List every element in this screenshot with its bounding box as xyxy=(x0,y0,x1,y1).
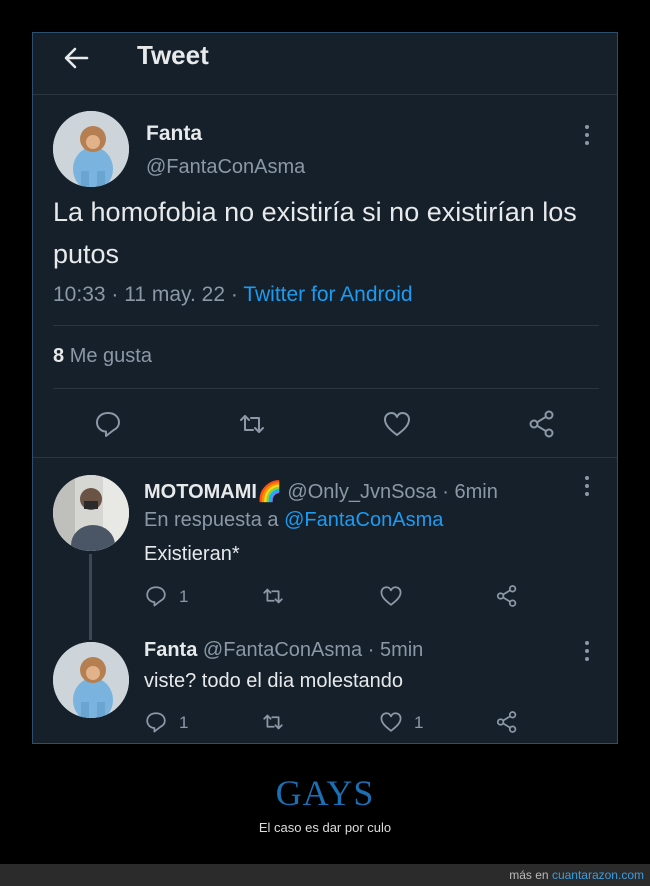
reply-time: 6min xyxy=(454,481,498,503)
source-credit: más en cuantarazon.com xyxy=(509,868,644,882)
reply-to-handle[interactable]: @FantaConAsma xyxy=(284,509,443,531)
divider xyxy=(33,457,617,458)
divider xyxy=(53,325,599,326)
reply-text: Existieran* xyxy=(144,543,240,565)
meta-separator: · xyxy=(230,283,244,306)
meme-caption: El caso es dar por culo xyxy=(258,820,392,835)
reply-icon[interactable] xyxy=(144,710,168,734)
rainbow-emoji: 🌈 xyxy=(256,481,282,503)
back-arrow-icon[interactable] xyxy=(61,43,91,73)
meta-separator: · xyxy=(362,639,380,661)
reply-header: Fanta @FantaConAsma · 5min xyxy=(144,639,423,662)
retweet-icon[interactable] xyxy=(261,584,285,608)
more-options-icon[interactable] xyxy=(579,639,595,663)
divider xyxy=(53,388,599,389)
reply-context: En respuesta a @FantaConAsma xyxy=(144,509,443,532)
source-link[interactable]: cuantarazon.com xyxy=(552,868,644,882)
reply-count: 1 xyxy=(179,713,189,732)
likes-count: 8 xyxy=(53,345,65,367)
author-handle[interactable]: @Only_JvnSosa xyxy=(287,481,436,503)
avatar[interactable] xyxy=(53,475,129,551)
meme-title: GAYS xyxy=(275,773,375,813)
share-icon[interactable] xyxy=(495,710,519,734)
like-icon[interactable] xyxy=(382,409,412,439)
author-name[interactable]: Fanta xyxy=(146,122,202,146)
reply-count: 1 xyxy=(179,587,189,606)
reply-text: viste? todo el dia molestando xyxy=(144,670,404,692)
author-handle[interactable]: @FantaConAsma xyxy=(146,156,305,179)
avatar[interactable] xyxy=(53,642,129,718)
author-name[interactable]: MOTOMAMI xyxy=(144,481,257,503)
meta-separator: · xyxy=(436,481,455,503)
likes-label: Me gusta xyxy=(69,345,152,367)
likes-summary[interactable]: 8 Me gusta xyxy=(53,345,152,368)
like-count: 1 xyxy=(414,713,424,732)
reply-icon[interactable] xyxy=(93,409,123,439)
tweet-source[interactable]: Twitter for Android xyxy=(243,283,412,306)
author-name[interactable]: Fanta xyxy=(144,639,197,661)
tweet-time: 10:33 xyxy=(53,283,106,306)
meta-separator: · xyxy=(111,283,125,306)
more-options-icon[interactable] xyxy=(579,123,595,147)
tweet-text: La homofobia no existiría si no existirí… xyxy=(53,197,577,269)
tweet-meta: 10:33 · 11 may. 22 · Twitter for Android xyxy=(53,283,413,307)
like-icon[interactable] xyxy=(379,584,403,608)
like-icon[interactable] xyxy=(379,710,403,734)
author-handle[interactable]: @FantaConAsma xyxy=(203,639,362,661)
more-options-icon[interactable] xyxy=(579,474,595,498)
thread-line xyxy=(89,554,92,640)
page-title: Tweet xyxy=(137,40,209,70)
share-icon[interactable] xyxy=(495,584,519,608)
top-bar: Tweet xyxy=(33,33,617,95)
reply-time: 5min xyxy=(379,639,424,661)
retweet-icon[interactable] xyxy=(237,409,267,439)
avatar[interactable] xyxy=(53,111,129,187)
more-label: más en xyxy=(509,868,549,882)
reply-to-label: En respuesta a xyxy=(144,509,279,531)
share-icon[interactable] xyxy=(527,409,557,439)
reply-header: MOTOMAMI🌈 @Only_JvnSosa · 6min xyxy=(144,479,498,504)
tweet-date: 11 may. 22 xyxy=(124,283,226,306)
reply-icon[interactable] xyxy=(144,584,168,608)
retweet-icon[interactable] xyxy=(261,710,285,734)
source-bar: más en cuantarazon.com xyxy=(0,864,650,886)
tweet-screen: Tweet Fanta @FantaConAsma La homofobia n… xyxy=(32,32,618,744)
